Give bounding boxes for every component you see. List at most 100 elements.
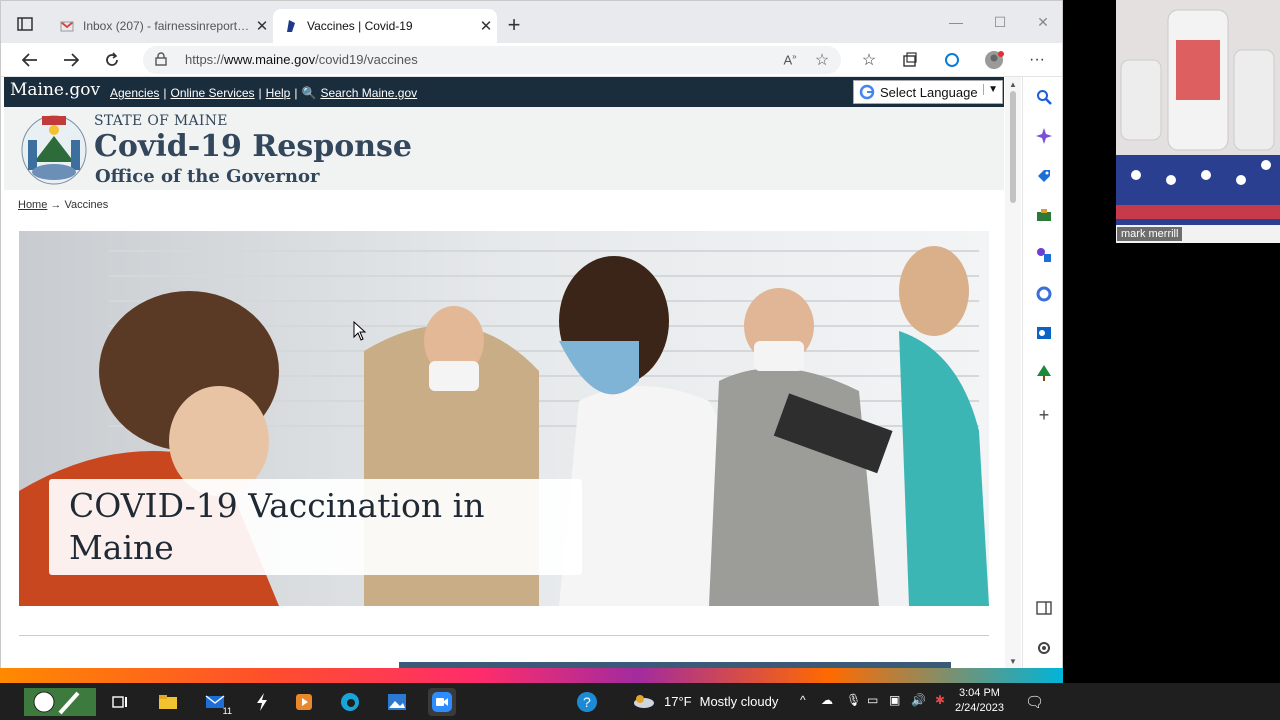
breadcrumb-current: Vaccines (64, 199, 109, 211)
app-tray-icon[interactable]: ✱ (935, 693, 945, 707)
help-icon[interactable]: ? (573, 688, 601, 716)
participant-name: mark merrill (1117, 227, 1183, 241)
sports-widget-icon[interactable] (24, 688, 96, 716)
page-subtitle: Office of the Governor (95, 166, 320, 187)
tab-title: Vaccines | Covid-19 (307, 19, 413, 33)
breadcrumb: Home → Vaccines (18, 199, 108, 211)
show-hidden-icons[interactable]: ^ (800, 693, 806, 707)
volume-icon[interactable]: 🔊 (911, 693, 926, 707)
close-tab-icon[interactable]: ✕ (251, 17, 273, 35)
refresh-button[interactable] (97, 45, 127, 75)
search-icon[interactable] (1033, 86, 1055, 108)
hero-title: COVID-19 Vaccination in Maine (49, 479, 582, 575)
collections-icon[interactable] (895, 45, 925, 75)
tab-inbox[interactable]: Inbox (207) - fairnessinreporting@ ✕ (49, 9, 273, 43)
add-favorite-icon[interactable]: ☆ (807, 45, 837, 75)
maine-gov-logo[interactable]: Maine.gov (10, 80, 100, 100)
tools-icon[interactable] (1033, 204, 1055, 226)
forward-button[interactable] (56, 45, 86, 75)
battery-icon[interactable]: ▭ (867, 693, 878, 707)
outlook-icon[interactable] (1033, 322, 1055, 344)
close-window-button[interactable]: ✕ (1031, 10, 1055, 34)
online-services-link[interactable]: Online Services (171, 86, 255, 100)
photos-icon[interactable] (383, 688, 411, 716)
video-participant-tile[interactable]: mark merrill (1116, 0, 1280, 243)
scroll-up-icon[interactable]: ▲ (1009, 80, 1017, 89)
gmail-icon (59, 18, 75, 34)
tab-vaccines[interactable]: Vaccines | Covid-19 ✕ (273, 9, 497, 43)
network-icon[interactable]: ▣ (889, 693, 900, 707)
browser-toolbar: https://www.maine.gov/covid19/vaccines A… (1, 43, 1062, 77)
maximize-button[interactable]: ☐ (988, 10, 1012, 34)
microsoft-365-icon[interactable] (1033, 283, 1055, 305)
breadcrumb-home-link[interactable]: Home (18, 199, 47, 211)
media-player-icon[interactable] (290, 688, 318, 716)
clock-date: 2/24/2023 (955, 702, 1004, 714)
dropdown-arrow-icon: ▼ (983, 84, 998, 95)
task-view-icon[interactable] (106, 688, 134, 716)
scroll-thumb[interactable] (1010, 91, 1016, 203)
hide-sidebar-icon[interactable] (1033, 597, 1055, 619)
weather-temperature: 17°F (664, 693, 692, 709)
browser-window: Inbox (207) - fairnessinreporting@ ✕ Vac… (0, 0, 1063, 683)
notifications-icon[interactable]: 🗨 (1025, 693, 1044, 711)
search-icon[interactable]: 🔍 (301, 86, 316, 100)
settings-gear-icon[interactable] (1033, 637, 1055, 659)
state-label: STATE OF MAINE (94, 113, 228, 129)
maine-favicon-icon (283, 18, 299, 34)
browser-essentials-icon[interactable] (937, 45, 967, 75)
zoom-icon[interactable] (428, 688, 456, 716)
google-icon (854, 84, 880, 100)
vertical-scrollbar[interactable]: ▲ ▼ (1005, 77, 1021, 669)
back-button[interactable] (15, 45, 45, 75)
breadcrumb-arrow: → (50, 199, 62, 211)
mail-badge: 11 (222, 706, 232, 716)
language-select[interactable]: Select Language ▼ (853, 80, 1003, 104)
shopping-tag-icon[interactable] (1033, 165, 1055, 187)
lock-icon[interactable] (155, 52, 167, 71)
minimize-button[interactable]: — (944, 10, 968, 34)
help-link[interactable]: Help (266, 86, 291, 100)
svg-text:?: ? (583, 694, 591, 710)
edge-browser-icon[interactable] (336, 688, 364, 716)
mail-icon[interactable]: 11 (202, 688, 232, 716)
page-title[interactable]: Covid-19 Response (94, 129, 412, 164)
mouse-cursor-icon (353, 320, 367, 346)
scroll-down-icon[interactable]: ▼ (1009, 657, 1017, 666)
tree-icon[interactable] (1033, 362, 1055, 384)
maine-seal-icon[interactable] (20, 110, 88, 193)
games-icon[interactable] (1033, 244, 1055, 266)
edge-sidebar: + (1022, 77, 1062, 669)
clock-time: 3:04 PM (958, 687, 1000, 699)
page-content: Maine.gov Agencies | Online Services | Hel… (1, 77, 1004, 669)
maine-gov-bar: Maine.gov Agencies | Online Services | Hel… (4, 77, 1004, 107)
lightning-app-icon[interactable] (248, 688, 276, 716)
search-maine-gov-link[interactable]: Search Maine.gov (320, 86, 417, 100)
onedrive-icon[interactable]: ☁ (821, 693, 833, 707)
read-aloud-icon[interactable]: A» (775, 45, 805, 75)
new-tab-button[interactable]: + (501, 13, 527, 39)
add-icon[interactable]: + (1033, 404, 1055, 426)
system-clock[interactable]: 3:04 PM 2/24/2023 (955, 686, 1004, 716)
gov-links: Agencies | Online Services | Help | 🔍 Search… (110, 86, 418, 100)
close-tab-icon[interactable]: ✕ (475, 17, 497, 35)
site-header: STATE OF MAINE Covid-19 Response Office … (4, 107, 1004, 190)
agencies-link[interactable]: Agencies (110, 86, 159, 100)
windows-taskbar: 11 ? 17°F Mostly cloudy ^ ☁ 🎙 ▭ ▣ 🔊 ✱ 3:… (0, 683, 1280, 720)
weather-widget[interactable]: 17°F Mostly cloudy (632, 693, 778, 709)
profile-avatar[interactable] (979, 45, 1009, 75)
participant-video (1116, 0, 1280, 243)
tab-title: Inbox (207) - fairnessinreporting@ (83, 19, 251, 33)
weather-description: Mostly cloudy (699, 693, 779, 709)
tab-actions-icon[interactable] (12, 11, 38, 37)
address-bar[interactable]: https://www.maine.gov/covid19/vaccines A… (143, 46, 841, 74)
language-select-label: Select Language (880, 84, 978, 100)
more-menu-icon[interactable]: ··· (1022, 45, 1052, 75)
cloudy-icon (634, 695, 654, 708)
hero-image: COVID-19 Vaccination in Maine (19, 231, 989, 606)
microphone-icon[interactable]: 🎙 (846, 693, 861, 707)
tab-bar: Inbox (207) - fairnessinreporting@ ✕ Vac… (1, 1, 1062, 43)
file-explorer-icon[interactable] (154, 688, 182, 716)
favorites-icon[interactable]: ☆ (854, 45, 884, 75)
sparkle-icon[interactable] (1033, 125, 1055, 147)
